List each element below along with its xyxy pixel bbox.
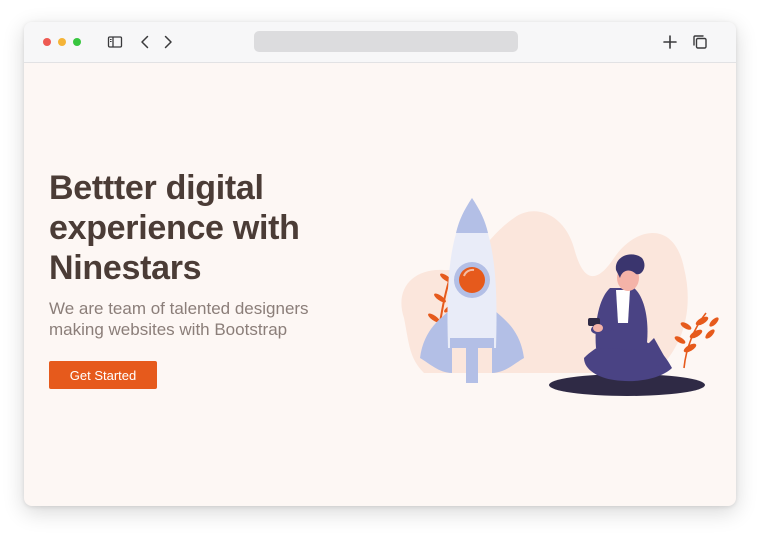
- back-chevron-left-icon[interactable]: [137, 34, 153, 50]
- rocket-launch-illustration: [384, 158, 734, 413]
- zoom-window-button[interactable]: [73, 38, 81, 46]
- sidebar-toggle-icon[interactable]: [107, 34, 123, 50]
- tabs-overview-icon[interactable]: [692, 34, 708, 50]
- forward-chevron-right-icon[interactable]: [160, 34, 176, 50]
- address-bar[interactable]: [254, 31, 518, 52]
- minimize-window-button[interactable]: [58, 38, 66, 46]
- browser-toolbar: [24, 22, 736, 63]
- hero-section: Bettter digital experience with Ninestar…: [24, 63, 736, 506]
- new-tab-plus-icon[interactable]: [662, 34, 678, 50]
- hero-title: Bettter digital experience with Ninestar…: [49, 169, 300, 287]
- close-window-button[interactable]: [43, 38, 51, 46]
- browser-window: Bettter digital experience with Ninestar…: [24, 22, 736, 506]
- get-started-button[interactable]: Get Started: [49, 361, 157, 389]
- hero-subtitle: We are team of talented designers making…: [49, 299, 309, 339]
